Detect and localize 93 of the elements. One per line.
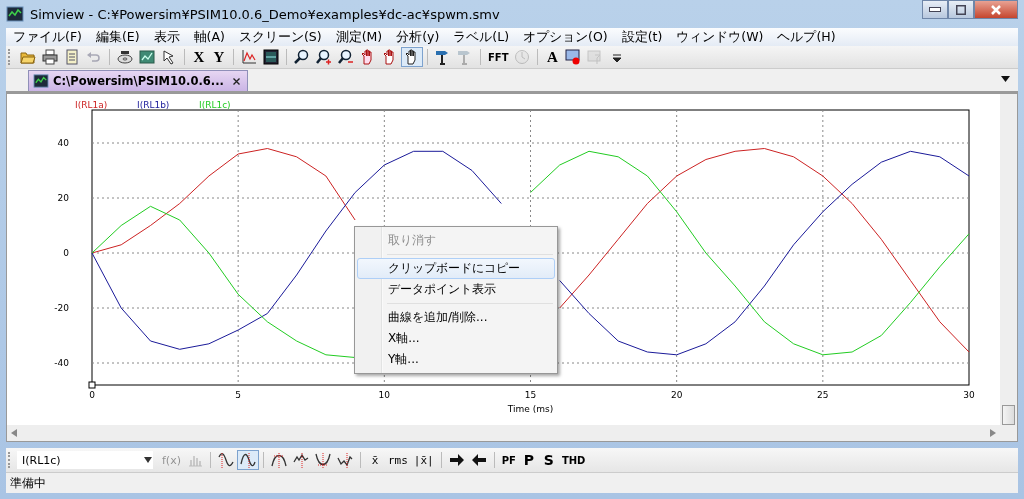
peak-wave-icon bbox=[292, 452, 309, 468]
maximize-button[interactable] bbox=[948, 0, 974, 19]
tool-button[interactable]: |x̄| bbox=[410, 450, 437, 470]
record-icon bbox=[565, 49, 582, 65]
y-tick-label: 40 bbox=[57, 138, 69, 148]
minimize-icon bbox=[929, 7, 941, 12]
menu-item[interactable]: 分析(y) bbox=[389, 28, 447, 46]
menu-item[interactable]: ウィンドウ(W) bbox=[669, 28, 771, 46]
legend-label: I(RL1b) bbox=[137, 100, 170, 110]
tool-button[interactable]: P bbox=[518, 450, 539, 470]
x-tick-label: 0 bbox=[89, 390, 95, 400]
hand-button[interactable] bbox=[401, 47, 423, 67]
tool-button[interactable]: x̄ bbox=[364, 450, 385, 470]
tool-button[interactable]: FFT bbox=[485, 47, 512, 67]
x-tick-label: 30 bbox=[963, 390, 975, 400]
menu-item[interactable]: 測定(M) bbox=[328, 28, 390, 46]
printer-icon bbox=[42, 49, 58, 65]
valley-wave-icon bbox=[314, 452, 331, 468]
menu-item[interactable]: オプション(O) bbox=[516, 28, 615, 46]
tab-label: C:\Powersim\PSIM10.0.6... bbox=[53, 74, 224, 88]
tool-button[interactable]: THD bbox=[558, 450, 589, 470]
tool-button[interactable]: S bbox=[538, 450, 559, 470]
legend-label: I(RL1a) bbox=[75, 100, 108, 110]
arrow-box-icon bbox=[587, 49, 604, 65]
search-icon bbox=[294, 49, 310, 65]
maximize-icon bbox=[956, 4, 966, 15]
menu-item[interactable]: 表示 bbox=[146, 28, 187, 46]
right-arrow-icon bbox=[448, 452, 465, 468]
menu-item[interactable]: 設定(t) bbox=[614, 28, 670, 46]
pointer-icon bbox=[161, 49, 177, 65]
wave-icon bbox=[217, 452, 234, 468]
menu-item[interactable]: スクリーン(S) bbox=[231, 28, 329, 46]
wave-icon bbox=[239, 452, 256, 468]
x-tick-label: 5 bbox=[235, 390, 242, 400]
x-axis-label: Time (ms) bbox=[507, 404, 554, 414]
y-tick-label: -40 bbox=[54, 358, 69, 368]
y-tick-label: 20 bbox=[57, 193, 69, 203]
line-chart-icon bbox=[241, 49, 257, 65]
menu-item[interactable]: Y軸... bbox=[357, 349, 555, 370]
monitor-icon bbox=[263, 49, 279, 65]
curve-dropdown[interactable]: I(RL1c) bbox=[17, 451, 153, 469]
vertical-scrollbar[interactable] bbox=[1000, 94, 1017, 441]
x-tick-label: 20 bbox=[670, 390, 683, 400]
dropdown-caret-icon[interactable] bbox=[1001, 76, 1010, 82]
undo-icon bbox=[86, 49, 102, 65]
valley-wave-icon bbox=[336, 452, 353, 468]
close-icon[interactable] bbox=[231, 76, 241, 86]
menu-item[interactable]: 軸(A) bbox=[186, 28, 232, 46]
x-tick-label: 10 bbox=[378, 390, 391, 400]
document-tab[interactable]: C:\Powersim\PSIM10.0.6... bbox=[28, 70, 248, 91]
monitor-button[interactable] bbox=[260, 47, 282, 67]
legend-label: I(RL1c) bbox=[199, 100, 231, 110]
minimize-button[interactable] bbox=[922, 0, 948, 19]
notepad-icon bbox=[64, 49, 80, 65]
chart-icon bbox=[139, 49, 155, 65]
printer-button[interactable] bbox=[39, 47, 61, 67]
chart-button[interactable] bbox=[136, 47, 158, 67]
origin-marker bbox=[88, 381, 96, 389]
tool-button[interactable]: X bbox=[189, 47, 209, 67]
zoom-out-icon bbox=[338, 49, 354, 65]
menu-item[interactable]: データポイント表示 bbox=[357, 279, 555, 300]
close-icon bbox=[991, 4, 1001, 15]
menu-item[interactable]: X軸... bbox=[357, 328, 555, 349]
left-arrow-icon bbox=[470, 452, 487, 468]
peak-wave-icon bbox=[270, 452, 287, 468]
wave-button[interactable] bbox=[236, 450, 259, 470]
close-button[interactable] bbox=[974, 0, 1018, 19]
window-title: Simview - C:¥Powersim¥PSIM10.0.6_Demo¥examples¥dc-ac¥spwm.smv bbox=[30, 6, 501, 22]
folder-icon bbox=[20, 49, 36, 65]
menu-item[interactable]: 曲線を追加/削除... bbox=[357, 307, 555, 328]
menu-item[interactable]: ファイル(F) bbox=[6, 28, 89, 46]
left-arrow-icon bbox=[11, 429, 17, 437]
zoom-in-icon bbox=[316, 49, 332, 65]
menu-item[interactable]: クリップボードにコピー bbox=[357, 258, 555, 279]
y-tick-label: -20 bbox=[54, 303, 69, 313]
horizontal-scrollbar[interactable] bbox=[7, 425, 1000, 441]
menu-item[interactable]: ラベル(L) bbox=[446, 28, 517, 46]
disk-icon bbox=[117, 49, 133, 65]
tool-button[interactable]: PF bbox=[498, 450, 519, 470]
tool-button[interactable]: Y bbox=[209, 47, 229, 67]
status-text: 準備中 bbox=[6, 472, 1018, 493]
menu-item[interactable]: 編集(E) bbox=[88, 28, 147, 46]
menu-item[interactable]: ヘルプ(H) bbox=[770, 28, 843, 46]
tool-button[interactable]: rms bbox=[384, 450, 411, 470]
dropdown-caret-icon bbox=[144, 457, 152, 463]
app-icon bbox=[6, 6, 24, 22]
chart-icon bbox=[33, 74, 49, 88]
tool-button[interactable]: A bbox=[542, 47, 563, 67]
x-tick-label: 25 bbox=[817, 390, 829, 400]
y-tick-label: 0 bbox=[63, 248, 69, 258]
clock-icon bbox=[514, 49, 531, 65]
x-tick-label: 15 bbox=[524, 390, 537, 400]
right-arrow-icon bbox=[990, 429, 996, 437]
